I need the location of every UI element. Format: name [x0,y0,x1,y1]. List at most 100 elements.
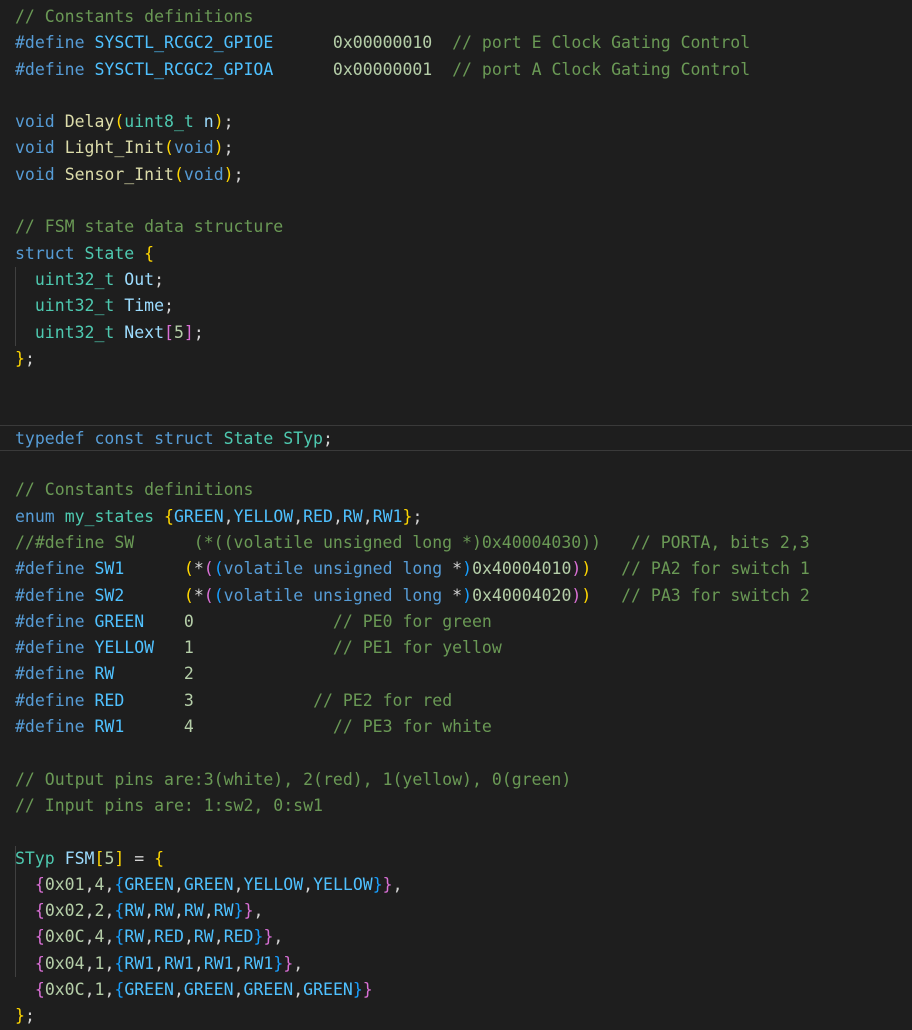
code-line[interactable] [0,372,912,398]
code-bracket: ( [183,585,194,605]
code-line[interactable]: #define SW2 (*((volatile unsigned long *… [0,583,912,609]
code-bracket: { [34,927,45,947]
code-text: , [84,927,95,947]
code-editor[interactable]: // Constants definitions #define SYSCTL_R… [0,4,912,1025]
code-line[interactable]: {0x0C,4,{RW,RED,RW,RED}}, [0,924,912,951]
code-bracket: { [34,874,45,894]
code-bracket: } [253,927,264,947]
code-line[interactable]: {0x02,2,{RW,RW,RW,RW}}, [0,898,912,925]
code-text: ; [193,322,204,342]
code-bracket: } [352,979,363,999]
code-keyword: void [15,138,55,158]
code-keyword: typedef [15,428,85,448]
code-line[interactable] [0,819,912,845]
code-keyword: struct [15,243,75,263]
code-line[interactable] [0,188,912,214]
code-text: , [203,901,214,921]
code-line[interactable]: {0x01,4,{GREEN,GREEN,YELLOW,YELLOW}}, [0,871,912,899]
code-line[interactable]: void Delay(uint8_t n); [0,109,912,135]
code-enum-value: YELLOW [243,874,304,894]
code-text: , [193,953,204,973]
code-text: , [144,901,155,921]
code-keyword: #define [15,664,85,684]
code-number: 0 [183,611,194,631]
code-line[interactable]: // Constants definitions [0,4,912,30]
code-function: Light_Init [64,138,165,158]
code-line[interactable]: //#define SW (*((volatile unsigned long … [0,530,912,556]
code-keyword: void [173,138,214,158]
code-line[interactable]: // Output pins are:3(white), 2(red), 1(y… [0,767,912,793]
code-line[interactable]: #define RW 2 [0,661,912,687]
code-enum-value: YELLOW [233,506,294,526]
code-bracket: ) [213,112,224,132]
code-line[interactable]: #define SYSCTL_RCGC2_GPIOA 0x00000001 //… [0,57,912,83]
indent-guide [15,898,16,925]
code-keyword: #define [15,611,85,631]
code-line[interactable]: #define YELLOW 1 // PE1 for yellow [0,635,912,661]
code-type: State [84,243,135,263]
code-line[interactable] [0,451,912,477]
code-comment: //#define SW (*((volatile unsigned long … [15,532,810,552]
code-line[interactable] [0,83,912,109]
code-bracket: } [273,953,284,973]
code-line[interactable]: #define SYSCTL_RCGC2_GPIOE 0x00000010 //… [0,30,912,56]
code-line[interactable] [0,740,912,766]
code-line[interactable]: typedef const struct State STyp; [0,424,912,452]
code-line[interactable]: {0x0C,1,{GREEN,GREEN,GREEN,GREEN}} [0,977,912,1003]
code-bracket: { [164,506,174,526]
code-comment: // Output pins are:3(white), 2(red), 1(y… [15,769,572,789]
code-comment: // Input pins are: 1:sw2, 0:sw1 [15,795,323,815]
code-type: uint32_t [34,322,115,342]
code-enum-value: RED [303,506,333,526]
code-comment: // port A Clock Gating Control [452,59,751,79]
code-line[interactable]: uint32_t Time; [0,293,912,320]
code-line[interactable]: struct State { [0,241,912,267]
code-line[interactable]: #define SW1 (*((volatile unsigned long *… [0,556,912,582]
code-bracket: { [34,979,45,999]
code-bracket: } [402,506,413,526]
code-comment: // PE0 for green [332,611,492,631]
code-line[interactable]: enum my_states {GREEN,YELLOW,RED,RW,RW1}… [0,504,912,530]
code-variable: Out [124,269,155,289]
code-bracket: } [233,901,244,921]
code-line[interactable]: uint32_t Out; [0,266,912,294]
code-keyword: void [15,164,55,184]
code-line[interactable]: void Sensor_Init(void); [0,162,912,188]
code-keyword: void [183,164,224,184]
code-line[interactable] [0,398,912,424]
code-text: , [233,979,244,999]
code-text: , [154,953,165,973]
code-line[interactable]: // Constants definitions [0,477,912,503]
code-enum-value: YELLOW [313,874,373,894]
code-keyword: unsigned [313,585,393,605]
code-line[interactable]: #define RED 3 // PE2 for red [0,688,912,714]
code-line[interactable]: #define RW1 4 // PE3 for white [0,714,912,740]
code-text: , [183,927,194,947]
code-text: ; [323,428,333,448]
code-macro: RW1 [94,717,125,737]
code-line[interactable]: // Input pins are: 1:sw2, 0:sw1 [0,793,912,819]
code-line[interactable]: // FSM state data structure [0,214,912,240]
code-line[interactable]: {0x04,1,{RW1,RW1,RW1,RW1}}, [0,950,912,977]
code-line[interactable]: uint32_t Next[5]; [0,319,912,346]
code-bracket: } [263,927,274,947]
code-line[interactable]: #define GREEN 0 // PE0 for green [0,609,912,635]
code-line[interactable]: }; [0,1003,912,1029]
code-bracket: { [114,979,125,999]
code-line[interactable]: void Light_Init(void); [0,135,912,161]
code-line[interactable]: STyp FSM[5] = { [0,845,912,872]
code-text: , [84,979,95,999]
code-line[interactable]: }; [0,346,912,372]
code-number: 4 [94,874,105,894]
code-number: 0x00000001 [332,59,433,79]
